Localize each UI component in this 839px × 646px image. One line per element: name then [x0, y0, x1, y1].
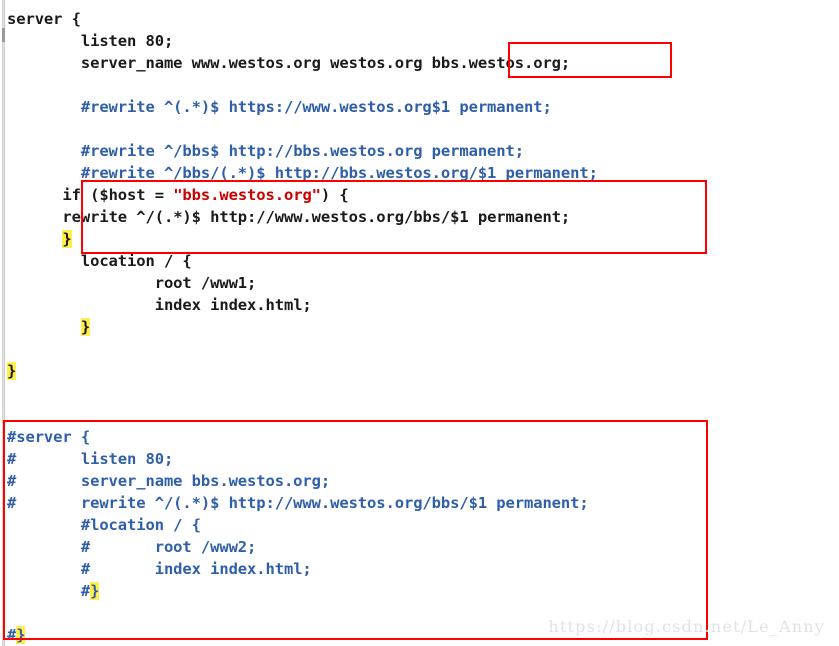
code-token: rewrite ^/(.*)$ http://www.westos.org/bb… — [62, 208, 571, 226]
code-token: ) { — [320, 186, 349, 204]
code-token: root /www1; — [154, 274, 257, 292]
code-line[interactable]: # rewrite ^/(.*)$ http://www.westos.org/… — [7, 492, 589, 514]
code-line[interactable]: rewrite ^/(.*)$ http://www.westos.org/bb… — [7, 206, 570, 228]
code-token: # rewrite ^/(.*)$ http://www.westos.org/… — [7, 494, 589, 512]
code-token: #rewrite ^(.*)$ https://www.westos.org$1… — [80, 98, 552, 116]
code-line[interactable]: } — [7, 316, 90, 338]
code-token: server_name www.westos.org westos.org bb… — [80, 54, 571, 72]
code-line[interactable]: location / { — [7, 250, 192, 272]
code-token: server { — [7, 10, 81, 28]
code-line[interactable]: # server_name bbs.westos.org; — [7, 470, 330, 492]
code-line[interactable]: #location / { — [7, 514, 201, 536]
code-token: # — [80, 582, 91, 600]
code-token: #server { — [7, 428, 91, 446]
code-token: } — [7, 362, 17, 380]
code-line[interactable]: server_name www.westos.org westos.org bb… — [7, 52, 570, 74]
code-line[interactable]: root /www1; — [7, 272, 257, 294]
code-editor-screenshot: server { listen 80; server_name www.west… — [0, 0, 839, 646]
code-token: } — [80, 318, 91, 336]
code-line[interactable]: #rewrite ^/bbs$ http://bbs.westos.org pe… — [7, 140, 524, 162]
code-line[interactable]: #server { — [7, 426, 90, 448]
code-token: #rewrite ^/bbs$ http://bbs.westos.org pe… — [80, 142, 524, 160]
code-line[interactable]: server { — [7, 8, 81, 30]
code-line[interactable]: #} — [7, 624, 26, 646]
code-token: # — [7, 626, 17, 644]
code-line[interactable]: if ($host = "bbs.westos.org") { — [7, 184, 349, 206]
watermark-text: https://blog.csdn.net/Le_Anny — [548, 617, 825, 636]
code-token: } — [90, 582, 100, 600]
code-line[interactable]: #} — [7, 580, 99, 602]
code-line[interactable]: listen 80; — [7, 30, 173, 52]
code-token: # listen 80; — [7, 450, 174, 468]
code-token: } — [62, 230, 72, 248]
code-token: # index index.html; — [80, 560, 312, 578]
code-token: listen 80; — [80, 32, 174, 50]
code-token: location / { — [80, 252, 192, 270]
code-line[interactable]: #rewrite ^(.*)$ https://www.westos.org$1… — [7, 96, 552, 118]
code-line[interactable]: # index index.html; — [7, 558, 312, 580]
code-token: if ($host = — [62, 186, 174, 204]
code-line[interactable]: # listen 80; — [7, 448, 173, 470]
code-line[interactable]: # root /www2; — [7, 536, 257, 558]
code-token: #rewrite ^/bbs/(.*)$ http://bbs.westos.o… — [80, 164, 598, 182]
code-token: index index.html; — [154, 296, 312, 314]
code-line[interactable]: } — [7, 360, 16, 382]
code-line[interactable]: #rewrite ^/bbs/(.*)$ http://bbs.westos.o… — [7, 162, 598, 184]
code-token: # root /www2; — [80, 538, 257, 556]
code-token: # server_name bbs.westos.org; — [7, 472, 331, 490]
code-line[interactable]: index index.html; — [7, 294, 312, 316]
code-line[interactable]: } — [7, 228, 72, 250]
code-token: #location / { — [80, 516, 201, 534]
code-token: } — [16, 626, 26, 644]
code-token: "bbs.westos.org" — [173, 186, 321, 204]
code-content-area[interactable]: server { listen 80; server_name www.west… — [0, 0, 839, 646]
